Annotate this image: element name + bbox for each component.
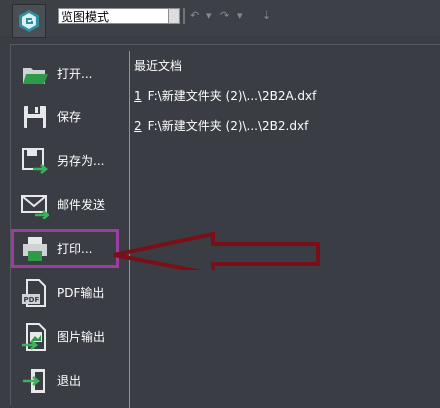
image-export-icon: [22, 323, 46, 351]
chevron-down-icon[interactable]: ▾: [237, 9, 243, 23]
menu-item-image-export[interactable]: 图片输出: [11, 317, 129, 357]
recent-file-number: 2: [134, 119, 142, 133]
view-mode-value: 览图模式: [61, 10, 110, 24]
app-logo-icon: [19, 10, 39, 32]
recent-file-path: F:\新建文件夹 (2)\...\2B2A.dxf: [147, 89, 317, 103]
chevron-down-icon[interactable]: ▾: [206, 9, 212, 23]
menu-divider: [129, 51, 130, 408]
menu-item-exit[interactable]: 退出: [11, 361, 129, 401]
menu-item-label: PDF输出: [57, 286, 105, 300]
menu-item-label: 邮件发送: [57, 198, 106, 212]
toolbar-separator: [183, 8, 185, 24]
save-icon: [24, 106, 46, 128]
recent-file-item[interactable]: 1 F:\新建文件夹 (2)\...\2B2A.dxf: [134, 88, 316, 104]
undo-icon[interactable]: ↶: [190, 9, 199, 23]
open-folder-icon: [23, 68, 48, 84]
customize-icon[interactable]: ⇣: [262, 9, 271, 23]
recent-docs-title: 最近文档: [134, 59, 183, 73]
print-highlight-box: [11, 229, 119, 268]
pdf-icon: PDF: [22, 279, 46, 307]
menu-item-label: 打开...: [57, 67, 93, 81]
redo-icon[interactable]: ↷: [220, 9, 229, 23]
menu-item-save-as[interactable]: 另存为...: [11, 141, 129, 181]
save-as-icon: [22, 148, 49, 174]
menu-item-pdf-export[interactable]: PDF PDF输出: [11, 273, 129, 313]
menu-item-save[interactable]: 保存: [11, 97, 129, 137]
view-mode-select[interactable]: 览图模式: [58, 8, 180, 24]
app-menu-button[interactable]: [12, 4, 46, 38]
menu-item-label: 退出: [57, 374, 82, 388]
menu-item-email[interactable]: 邮件发送: [11, 185, 129, 225]
menu-item-label: 保存: [57, 110, 82, 124]
annotation-arrow-icon: [113, 232, 320, 270]
svg-text:PDF: PDF: [24, 296, 40, 304]
recent-file-number: 1: [134, 89, 142, 103]
menu-item-open[interactable]: 打开...: [11, 54, 129, 94]
recent-file-path: F:\新建文件夹 (2)\...\2B2.dxf: [147, 119, 309, 133]
menu-item-label: 图片输出: [57, 330, 106, 344]
exit-icon: [23, 369, 45, 393]
mail-icon: [21, 195, 49, 219]
dropdown-arrow-icon[interactable]: [168, 8, 180, 24]
menu-item-label: 另存为...: [57, 154, 105, 168]
title-bar: 览图模式 ↶ ▾ ↷ ▾ ⇣: [0, 0, 440, 38]
recent-file-item[interactable]: 2 F:\新建文件夹 (2)\...\2B2.dxf: [134, 118, 308, 134]
